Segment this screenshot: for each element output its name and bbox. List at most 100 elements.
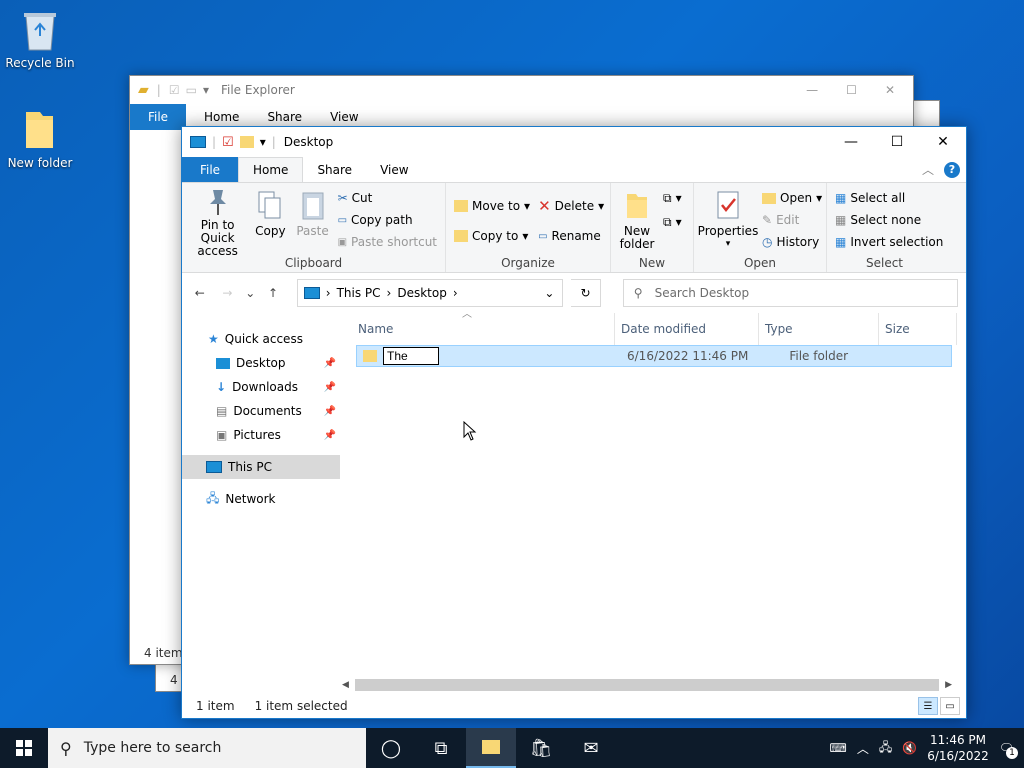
close-button[interactable]: ✕	[920, 127, 966, 157]
desktop-icon-new-folder[interactable]: New folder	[2, 108, 78, 170]
delete-button[interactable]: ✕ Delete ▾	[538, 197, 604, 215]
address-dropdown-icon[interactable]: ⌄	[544, 286, 562, 300]
group-label: Open	[743, 256, 777, 270]
invert-selection-button[interactable]: ▦ Invert selection	[835, 233, 943, 251]
select-none-button[interactable]: ▦ Select none	[835, 211, 943, 229]
chevron-up-icon[interactable]: ︿	[922, 161, 934, 178]
address-bar[interactable]: › This PC › Desktop › ⌄	[296, 279, 564, 307]
scroll-thumb[interactable]	[354, 679, 940, 691]
tab-view[interactable]: View	[366, 157, 422, 182]
nav-network[interactable]: 🖧 Network	[182, 487, 340, 511]
nav-desktop[interactable]: Desktop 📌	[182, 351, 340, 375]
column-type[interactable]: Type	[759, 313, 879, 345]
clock[interactable]: 11:46 PM 6/16/2022	[927, 732, 989, 764]
keyboard-icon[interactable]: ⌨	[830, 741, 847, 755]
help-icon[interactable]: ?	[944, 161, 960, 178]
back-arrow-icon[interactable]: ←	[190, 286, 210, 300]
large-icons-view-icon[interactable]: ▭	[940, 697, 960, 715]
scroll-right-icon[interactable]: ▶	[945, 680, 952, 690]
nav-quick-access[interactable]: ★ Quick access	[182, 327, 340, 351]
tab-file[interactable]: File	[130, 104, 186, 130]
horizontal-scrollbar[interactable]: ◀ ▶	[342, 677, 952, 693]
column-size[interactable]: Size	[879, 313, 957, 345]
nav-this-pc[interactable]: This PC	[182, 455, 340, 479]
volume-muted-icon[interactable]: 🔇	[902, 741, 917, 755]
breadcrumb-this-pc[interactable]: This PC	[337, 286, 381, 300]
cut-button[interactable]: ✂ Cut	[338, 189, 437, 207]
title-bar[interactable]: | ☑ ▾ | Desktop — ☐ ✕	[182, 127, 966, 157]
taskbar-search-box[interactable]: ⚲ Type here to search	[48, 728, 366, 768]
edit-button[interactable]: ✎ Edit	[762, 211, 822, 229]
table-row[interactable]: 6/16/2022 11:46 PM File folder	[356, 345, 952, 367]
copy-to-button[interactable]: Copy to ▾	[454, 227, 530, 245]
copy-path-button[interactable]: ▭ Copy path	[338, 211, 437, 229]
scroll-left-icon[interactable]: ◀	[342, 680, 349, 690]
task-view-icon: ⧉	[434, 737, 448, 759]
minimize-icon[interactable]: —	[806, 83, 818, 97]
chevron-up-icon[interactable]: ︿	[857, 740, 869, 757]
file-explorer-taskbar-button[interactable]	[466, 728, 516, 768]
nav-documents[interactable]: ▤ Documents 📌	[182, 399, 340, 423]
properties-button[interactable]: Properties ▾	[698, 187, 758, 254]
new-folder-icon[interactable]: ▭	[186, 83, 197, 97]
close-icon[interactable]: ✕	[885, 83, 895, 97]
computer-icon	[190, 136, 206, 148]
nav-pictures[interactable]: ▣ Pictures 📌	[182, 423, 340, 447]
chevron-down-icon: ▾	[598, 199, 605, 213]
new-folder-icon[interactable]	[239, 136, 254, 148]
start-button[interactable]	[0, 728, 48, 768]
pin-icon: 📌	[323, 381, 336, 393]
cortana-button[interactable]: ◯	[366, 728, 416, 768]
paste-shortcut-button[interactable]: ▣ Paste shortcut	[338, 233, 437, 251]
rename-input[interactable]	[383, 347, 439, 365]
recent-locations-chevron-icon[interactable]: ⌄	[245, 286, 255, 300]
tab-home[interactable]: Home	[186, 110, 253, 124]
mail-button[interactable]: ✉	[566, 728, 616, 768]
file-explorer-window[interactable]: | ☑ ▾ | Desktop — ☐ ✕ File Home Share Vi…	[181, 126, 967, 719]
up-arrow-icon[interactable]: ↑	[263, 286, 283, 300]
tab-file[interactable]: File	[182, 157, 238, 182]
history-button[interactable]: ◷ History	[762, 233, 822, 251]
search-box[interactable]: ⚲ Search Desktop	[622, 279, 959, 307]
new-item-button[interactable]: ⧉ ▾	[663, 189, 682, 207]
file-list: Name Date modified Type Size ︿ 6/16/2022…	[340, 309, 966, 706]
easy-access-button[interactable]: ⧉ ▾	[663, 213, 682, 231]
tab-share[interactable]: Share	[303, 157, 366, 182]
maximize-icon[interactable]: ☐	[846, 83, 857, 97]
tab-share[interactable]: Share	[253, 110, 316, 124]
refresh-button[interactable]: ↻	[571, 279, 601, 307]
breadcrumb-desktop[interactable]: Desktop	[397, 286, 447, 300]
chevron-down-icon[interactable]: ▾	[203, 83, 209, 97]
tab-view[interactable]: View	[316, 110, 372, 124]
properties-icon[interactable]: ☑	[169, 83, 180, 97]
column-date-modified[interactable]: Date modified	[615, 313, 759, 345]
history-icon: ◷	[762, 235, 773, 249]
nav-downloads[interactable]: ↓ Downloads 📌	[182, 375, 340, 399]
tab-home[interactable]: Home	[238, 157, 304, 182]
forward-arrow-icon[interactable]: →	[218, 286, 238, 300]
paste-icon	[300, 187, 326, 223]
select-all-button[interactable]: ▦ Select all	[835, 189, 943, 207]
store-button[interactable]: 🛍	[516, 728, 566, 768]
title-bar[interactable]: ▰ | ☑ ▭ ▾ File Explorer — ☐ ✕	[130, 76, 913, 104]
chevron-down-icon[interactable]: ▾	[260, 135, 266, 149]
chevron-down-icon: ▾	[725, 239, 731, 249]
task-view-button[interactable]: ⧉	[416, 728, 466, 768]
minimize-button[interactable]: —	[828, 127, 874, 157]
open-button[interactable]: Open ▾	[762, 189, 822, 207]
details-view-icon[interactable]: ☰	[918, 697, 938, 715]
rename-button[interactable]: ▭ Rename	[538, 227, 604, 245]
group-new: New folder ⧉ ▾ ⧉ ▾ New	[611, 183, 694, 272]
network-icon[interactable]: 🖧	[879, 738, 892, 759]
desktop-icon-recycle-bin[interactable]: Recycle Bin	[2, 8, 78, 70]
new-folder-button[interactable]: New folder	[615, 187, 659, 254]
properties-icon[interactable]: ☑	[222, 135, 234, 150]
copy-button[interactable]: Copy	[249, 187, 291, 254]
move-to-button[interactable]: Move to ▾	[454, 197, 530, 215]
notification-icon[interactable]: 🗨 1	[999, 741, 1018, 759]
paste-button[interactable]: Paste	[291, 187, 333, 254]
column-name[interactable]: Name	[358, 313, 615, 345]
pin-to-quick-access-button[interactable]: Pin to Quick access	[186, 187, 249, 258]
folder-icon	[20, 108, 60, 152]
maximize-button[interactable]: ☐	[874, 127, 920, 157]
